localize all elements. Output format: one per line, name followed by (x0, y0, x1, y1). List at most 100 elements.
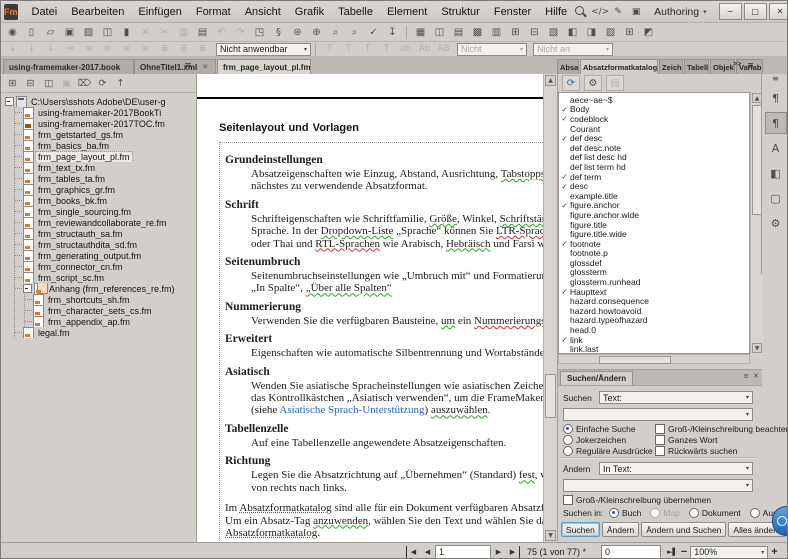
search-icon[interactable] (574, 5, 587, 18)
format-list-item[interactable]: ✓figure.anchor (559, 201, 749, 211)
print-icon[interactable]: ◫ (98, 25, 117, 40)
catalog-tab-absatzformatkatalog[interactable]: Absatzformatkatalog (580, 59, 658, 74)
format-list-item[interactable]: hazard.consequence (559, 296, 749, 306)
copy-icon[interactable]: ▤ (193, 25, 212, 40)
scrollbar-thumb[interactable] (599, 356, 671, 364)
frame-tools-icon[interactable]: ▣ (628, 5, 644, 19)
tree-item[interactable]: using-framemaker-2017TOC.fm (15, 118, 196, 129)
first-page-icon[interactable]: ◀ (406, 546, 420, 559)
format-list-item[interactable]: ✓Body (559, 105, 749, 115)
update-book-icon[interactable]: ⟳ (95, 76, 110, 90)
format-list-item[interactable]: glossterm.runhead (559, 277, 749, 287)
format-list-item[interactable]: figure.anchor.wide (559, 210, 749, 220)
catalog-tab-absat[interactable]: Absat (557, 59, 579, 74)
tree-item[interactable]: Anhang (frm_references_re.fm) (15, 283, 196, 294)
character-catalog-icon[interactable]: A (765, 137, 787, 159)
tree-item[interactable]: legal.fm (15, 327, 196, 338)
document-canvas[interactable]: Seitenlayout und Vorlagen Grundeinstellu… (197, 74, 543, 542)
scroll-up-icon[interactable]: ▲ (545, 75, 556, 86)
format-list-item[interactable]: ✓footnote (559, 239, 749, 249)
tree-item[interactable]: frm_reviewandcollaborate_re.fm (15, 217, 196, 228)
tree-item[interactable]: frm_page_layout_pl.fm (15, 151, 196, 162)
menu-grafik[interactable]: Grafik (288, 3, 331, 21)
delete-file-icon[interactable]: ⌦ (77, 76, 92, 90)
table-row-below-icon[interactable]: ▤ (449, 25, 468, 40)
spellcheck-icon[interactable]: ✓ (364, 25, 383, 40)
tree-item[interactable]: frm_structauthdita_sd.fm (15, 239, 196, 250)
scroll-down-icon[interactable]: ▼ (752, 343, 762, 353)
format-list-item[interactable]: figure.title (559, 220, 749, 230)
table-shade-icon[interactable]: ▧ (544, 25, 563, 40)
find-button-1[interactable]: Suchen (561, 522, 600, 537)
xml-view-icon[interactable]: </> (592, 5, 608, 19)
display-options-icon[interactable]: ◫ (41, 76, 56, 90)
tree-item[interactable]: frm_books_bk.fm (15, 195, 196, 206)
format-list-item[interactable]: figure.title.wide (559, 229, 749, 239)
catalog-menu-icon[interactable]: ≡ (747, 61, 754, 70)
format-list-item[interactable]: hazard.typeofhazard (559, 316, 749, 326)
format-list-item[interactable]: ✓def desc (559, 133, 749, 143)
catalog-hscrollbar[interactable] (558, 354, 750, 364)
format-list-item[interactable]: ✓codeblock (559, 114, 749, 124)
close-icon[interactable]: ✕ (753, 372, 759, 380)
catalog-tab-zeich[interactable]: Zeich (659, 59, 683, 74)
close-button[interactable]: ✕ (769, 3, 788, 20)
book-panel-tab[interactable]: using-framemaker-2017.book (3, 59, 134, 74)
format-list-item[interactable]: glossdef (559, 258, 749, 268)
find-change-tab[interactable]: Suchen/Ändern (560, 371, 633, 385)
format-list-item[interactable]: link.last (559, 344, 749, 354)
cross-reference-icon[interactable]: ⊛ (288, 25, 307, 40)
format-list-item[interactable]: def list term hd (559, 162, 749, 172)
format-list-item[interactable]: ✓Haupttext (559, 287, 749, 297)
format-list-item[interactable]: footnote.p (559, 249, 749, 259)
hypertext-icon[interactable]: ⊕ (307, 25, 326, 40)
help-icon[interactable]: ◉ (3, 25, 22, 40)
find-type-dropdown[interactable]: Text: ▾ (599, 391, 753, 404)
paragraph-format-dropdown[interactable]: Nicht anwendbar ▾ (216, 43, 311, 56)
tree-item[interactable]: frm_graphics_gr.fm (15, 184, 196, 195)
save-icon[interactable]: ▣ (60, 25, 79, 40)
paragraph-catalog-icon[interactable]: ¶ (765, 112, 787, 134)
find-icon[interactable]: ⌕ (326, 25, 345, 40)
add-file-icon[interactable]: ⊞ (5, 76, 20, 90)
tree-item[interactable]: frm_appendix_ap.fm (25, 316, 196, 327)
document-tab[interactable]: OhneTitel1.xml✕ (134, 59, 216, 74)
options-icon[interactable]: ⚙ (584, 75, 602, 91)
paragraph-designer-icon[interactable]: ¶ (765, 87, 787, 109)
lock-icon[interactable]: ▮ (117, 25, 136, 40)
tree-item[interactable]: frm_getstarted_gs.fm (15, 129, 196, 140)
pen-icon[interactable]: ✎ (610, 5, 626, 19)
table-split-icon[interactable]: ▥ (487, 25, 506, 40)
table-menu-icon[interactable]: ◩ (639, 25, 658, 40)
panel-menu-icon[interactable]: ≡ (743, 372, 749, 380)
gears-icon[interactable]: ⚙ (765, 212, 787, 234)
open-icon[interactable]: ▱ (41, 25, 60, 40)
menu-datei[interactable]: Datei (25, 3, 65, 21)
flow-icon[interactable]: ►▌ (667, 548, 678, 556)
table-resize-icon[interactable]: ⊞ (620, 25, 639, 40)
anchor-icon[interactable]: ↧ (383, 25, 402, 40)
zoom-in-icon[interactable]: + (768, 546, 780, 558)
tree-item[interactable]: frm_text_tx.fm (15, 162, 196, 173)
catalog-tab-tabell[interactable]: Tabell (684, 59, 709, 74)
menu-bearbeiten[interactable]: Bearbeiten (64, 3, 131, 21)
table-align-left-icon[interactable]: ◧ (563, 25, 582, 40)
mode-dropdown[interactable]: Authoring ▾ (649, 5, 711, 19)
find-mode-radio[interactable]: Einfache Suche (563, 424, 655, 434)
find-mode-radio[interactable]: Reguläre Ausdrücke (563, 446, 655, 456)
table-add-col-icon[interactable]: ⊞ (506, 25, 525, 40)
scope-radio-buch[interactable]: Buch (609, 508, 641, 518)
tree-item[interactable]: frm_connector_cn.fm (15, 261, 196, 272)
find-next-icon[interactable]: ⌕ (345, 25, 364, 40)
format-list-item[interactable]: glossterm (559, 268, 749, 278)
format-list-item[interactable]: def list desc hd (559, 153, 749, 163)
page-number-input[interactable]: 1 (435, 545, 491, 559)
find-flag-checkbox[interactable]: Rückwärts suchen (655, 446, 737, 456)
document-tab[interactable]: frm_page_layout_pl.fm✕ (217, 59, 311, 74)
find-flag-checkbox[interactable]: Groß-/Kleinschreibung beachten (655, 424, 788, 434)
menu-hilfe[interactable]: Hilfe (538, 3, 574, 21)
format-list-item[interactable]: ✓link (559, 335, 749, 345)
text-frame-icon[interactable]: ◳ (250, 25, 269, 40)
find-text-input[interactable]: ▾ (563, 408, 753, 421)
format-list-item[interactable]: def desc.note (559, 143, 749, 153)
